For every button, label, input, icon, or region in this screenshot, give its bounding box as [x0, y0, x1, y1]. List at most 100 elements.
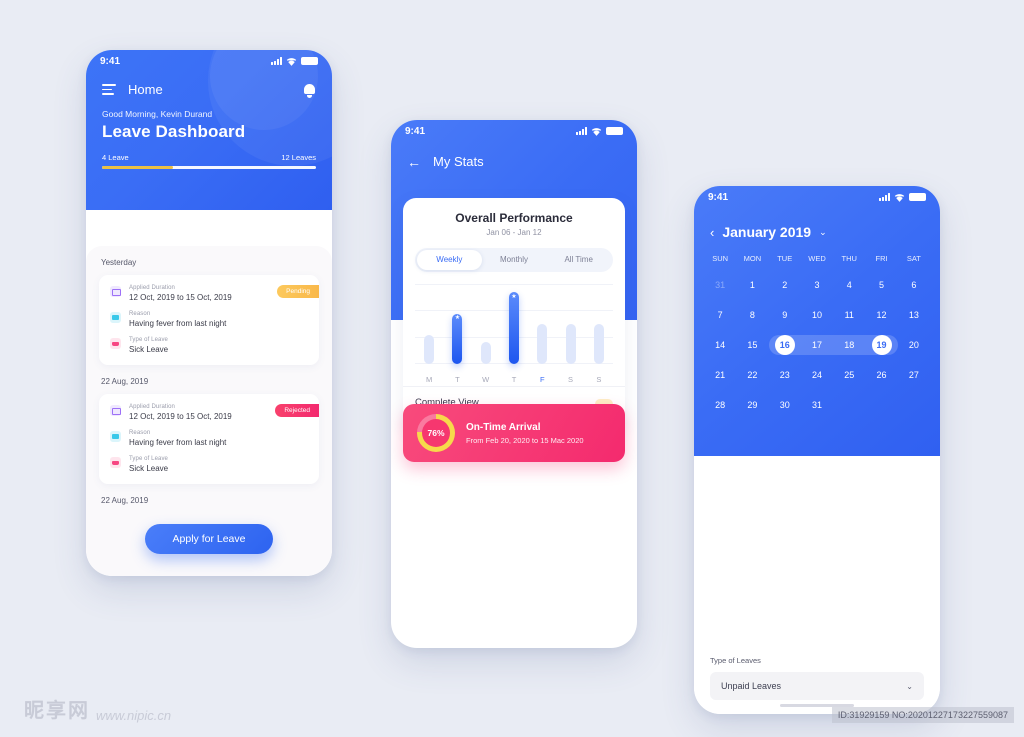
calendar-day-empty [865, 390, 897, 420]
watermark-id: ID:31929159 NO:20201227173227559087 [831, 707, 1014, 723]
tab-all-time[interactable]: All Time [546, 250, 611, 270]
calendar-day-9[interactable]: 9 [769, 300, 801, 330]
battery-icon [606, 127, 623, 135]
calendar-day-label: 20 [908, 340, 919, 350]
calendar-day-3[interactable]: 3 [801, 270, 833, 300]
calendar-day-20[interactable]: 20 [898, 330, 930, 360]
chart-x-label: T [511, 375, 517, 384]
chart-x-label: T [455, 375, 460, 384]
on-time-arrival-card[interactable]: 76% On-Time Arrival From Feb 20, 2020 to… [403, 404, 625, 462]
calendar-day-7[interactable]: 7 [704, 300, 736, 330]
leave-card[interactable]: Rejected Applied Duration 12 Oct, 2019 to … [99, 394, 319, 484]
period-tabs[interactable]: Weekly Monthly All Time [415, 248, 613, 272]
calendar-day-26[interactable]: 26 [865, 360, 897, 390]
performance-bar-chart: ★ ★ MTWTFSS [415, 278, 613, 386]
performance-title: Overall Performance [455, 211, 573, 225]
chart-bar-column [593, 284, 604, 364]
chart-x-label: W [482, 375, 490, 384]
chart-bar [480, 341, 491, 364]
calendar-day-17[interactable]: 17 [801, 330, 833, 360]
leave-card-value: 12 Oct, 2019 to 15 Oct, 2019 [129, 293, 232, 302]
calendar-header: ‹ January 2019 ⌄ [694, 208, 940, 240]
bag-icon [110, 457, 121, 468]
calendar-day-23[interactable]: 23 [769, 360, 801, 390]
calendar-week-row: 28 29 30 31 [704, 390, 930, 420]
phone-my-stats: 9:41 ← My Stats Overall Performance Jan … [391, 120, 637, 648]
phone-apply-leave: 9:41 ‹ January 2019 ⌄ SUN MON TUE WED THU FRI… [694, 186, 940, 714]
calendar-day-16[interactable]: 16 [769, 330, 801, 360]
calendar-day-24[interactable]: 24 [801, 360, 833, 390]
chart-bar-column [480, 284, 491, 364]
status-icons [879, 193, 926, 202]
leave-card-texts: Reason Having fever from last night [129, 311, 226, 328]
leave-card[interactable]: Pending Applied Duration 12 Oct, 2019 to 1… [99, 275, 319, 365]
leave-card-texts: Reason Having fever from last night [129, 430, 226, 447]
calendar-day-6[interactable]: 6 [898, 270, 930, 300]
calendar-day-label: 8 [749, 310, 755, 320]
calendar-day-30[interactable]: 30 [769, 390, 801, 420]
tab-monthly[interactable]: Monthly [482, 250, 547, 270]
calendar-day-label: 17 [811, 340, 822, 350]
calendar-day-21[interactable]: 21 [704, 360, 736, 390]
leave-card-row: Reason Having fever from last night [110, 430, 308, 447]
calendar-day-1[interactable]: 1 [736, 270, 768, 300]
calendar-day-14[interactable]: 14 [704, 330, 736, 360]
leave-card-texts: Type of Leave Sick Leave [129, 456, 168, 473]
calendar-day-label: 3 [814, 280, 820, 290]
type-of-leaves-select[interactable]: Unpaid Leaves ⌄ [710, 672, 924, 700]
chevron-left-icon[interactable]: ‹ [710, 225, 714, 240]
leave-card-key: Reason [129, 311, 151, 317]
calendar-day-label: 14 [715, 340, 726, 350]
calendar-day-8[interactable]: 8 [736, 300, 768, 330]
nav-title: Home [128, 82, 163, 97]
calendar-day-22[interactable]: 22 [736, 360, 768, 390]
calendar-day-13[interactable]: 13 [898, 300, 930, 330]
calendar-grid[interactable]: 31 1 2 3 4 5 6 7 8 9 10 11 12 13 14 15 16 17 18 19 20 21 22 23 2… [694, 263, 940, 420]
calendar-day-31[interactable]: 31 [704, 270, 736, 300]
apply-for-leave-button[interactable]: Apply for Leave [145, 524, 273, 554]
leave-card-key: Applied Duration [129, 285, 175, 291]
calendar-weekday-row: SUN MON TUE WED THU FRI SAT [694, 240, 940, 263]
calendar-icon [110, 405, 121, 416]
tab-weekly[interactable]: Weekly [417, 250, 482, 270]
calendar-day-label: 15 [747, 340, 758, 350]
calendar-day-15[interactable]: 15 [736, 330, 768, 360]
calendar-day-29[interactable]: 29 [736, 390, 768, 420]
hamburger-icon[interactable] [102, 84, 116, 95]
leave-card-value: Having fever from last night [129, 319, 227, 328]
calendar-day-18[interactable]: 18 [833, 330, 865, 360]
calendar-day-12[interactable]: 12 [865, 300, 897, 330]
leave-card-texts: Applied Duration 12 Oct, 2019 to 15 Oct, … [129, 404, 232, 421]
calendar-day-label: 19 [871, 335, 892, 355]
calendar-day-28[interactable]: 28 [704, 390, 736, 420]
chart-bar-column [537, 284, 548, 364]
arrow-left-icon[interactable]: ← [407, 155, 421, 169]
bag-icon [110, 338, 121, 349]
calendar-week-row: 31 1 2 3 4 5 6 [704, 270, 930, 300]
calendar-day-27[interactable]: 27 [898, 360, 930, 390]
chart-bar: ★ [508, 292, 519, 364]
calendar-day-19[interactable]: 19 [865, 330, 897, 360]
status-time: 9:41 [708, 191, 729, 203]
chart-bar [565, 324, 576, 364]
calendar-day-10[interactable]: 10 [801, 300, 833, 330]
calendar-day-label: 25 [844, 370, 855, 380]
chevron-down-icon: ⌄ [906, 681, 913, 691]
calendar-day-label: 4 [846, 280, 852, 290]
chart-bar [424, 335, 435, 364]
calendar-day-25[interactable]: 25 [833, 360, 865, 390]
chevron-down-icon[interactable]: ⌄ [819, 227, 827, 238]
calendar-day-4[interactable]: 4 [833, 270, 865, 300]
chart-bar-column: ★ [508, 284, 519, 364]
calendar-day-label: 9 [782, 310, 788, 320]
calendar-day-5[interactable]: 5 [865, 270, 897, 300]
bell-icon[interactable] [303, 83, 316, 98]
calendar-day-11[interactable]: 11 [833, 300, 865, 330]
chart-bar-column [424, 284, 435, 364]
calendar-month-label: January 2019 [722, 224, 812, 240]
phone-leave-dashboard: 9:41 Home Good Morning, Kevin Durand Lea… [86, 50, 332, 576]
calendar-day-2[interactable]: 2 [769, 270, 801, 300]
calendar-day-31[interactable]: 31 [801, 390, 833, 420]
calendar-icon [110, 286, 121, 297]
weekday-label: WED [808, 254, 826, 263]
